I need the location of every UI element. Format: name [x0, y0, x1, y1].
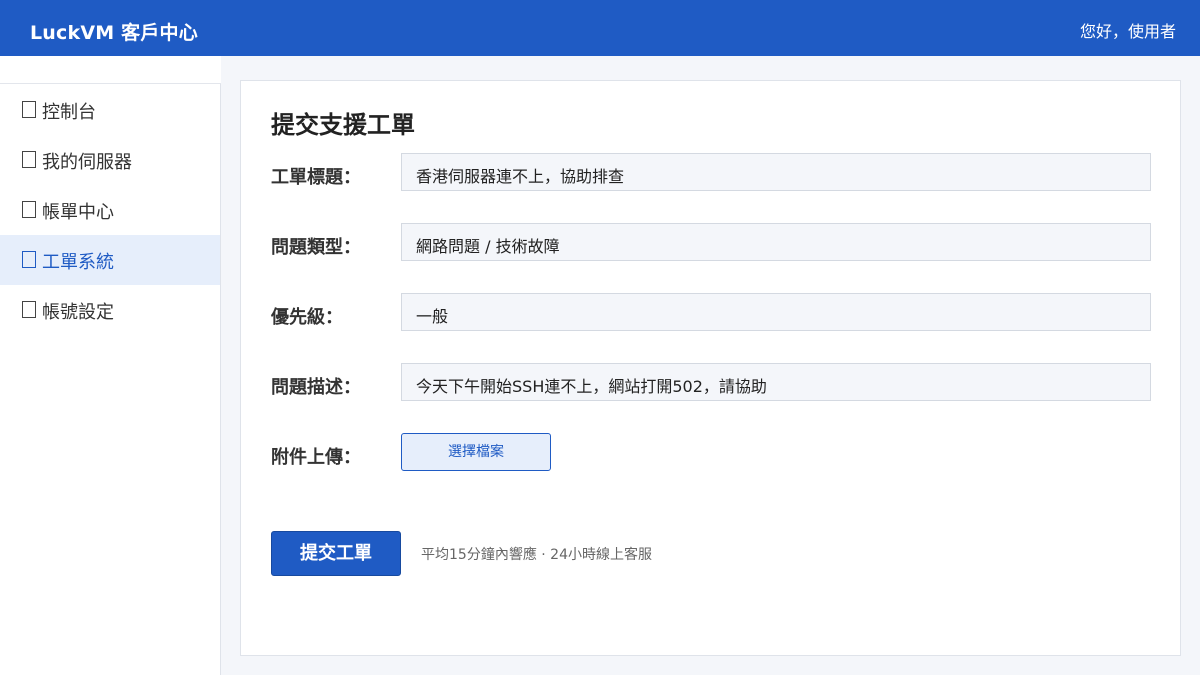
description-label: 問題描述：	[271, 377, 361, 398]
sidebar-item-tickets[interactable]: 工單系統	[0, 235, 220, 285]
top-bar: LuckVM 客戶中心 您好，使用者	[0, 0, 1200, 56]
sidebar-item-label: 工單系統	[42, 252, 114, 273]
sidebar: 控制台 我的伺服器 帳單中心 工單系統 帳號設定	[0, 56, 221, 675]
attachment-label: 附件上傳：	[271, 447, 361, 468]
sidebar-item-billing[interactable]: 帳單中心	[0, 185, 220, 235]
response-time-note: 平均15分鐘內響應 · 24小時線上客服	[421, 547, 652, 563]
placeholder-box-icon	[22, 251, 36, 268]
page-title: 提交支援工單	[271, 111, 415, 139]
placeholder-box-icon	[22, 101, 36, 118]
sidebar-spacer	[0, 56, 221, 84]
sidebar-item-label: 帳號設定	[42, 302, 114, 323]
sidebar-item-label: 我的伺服器	[42, 152, 132, 173]
brand-title: LuckVM 客戶中心	[30, 22, 198, 44]
description-field[interactable]: 今天下午開始SSH連不上，網站打開502，請協助	[401, 363, 1151, 401]
priority-label: 優先級：	[271, 307, 343, 328]
sidebar-item-dashboard[interactable]: 控制台	[0, 85, 220, 135]
ticket-title-label: 工單標題：	[271, 167, 361, 188]
submit-ticket-button[interactable]: 提交工單	[271, 531, 401, 576]
sidebar-item-servers[interactable]: 我的伺服器	[0, 135, 220, 185]
placeholder-box-icon	[22, 301, 36, 318]
sidebar-item-label: 控制台	[42, 102, 96, 123]
user-greeting[interactable]: 您好，使用者	[1080, 18, 1176, 42]
sidebar-item-account[interactable]: 帳號設定	[0, 285, 220, 335]
priority-field[interactable]: 一般	[401, 293, 1151, 331]
choose-file-button[interactable]: 選擇檔案	[401, 433, 551, 471]
placeholder-box-icon	[22, 201, 36, 218]
ticket-form-panel: 提交支援工單 工單標題： 香港伺服器連不上，協助排查 問題類型： 網路問題 / …	[240, 80, 1181, 656]
issue-type-field[interactable]: 網路問題 / 技術故障	[401, 223, 1151, 261]
ticket-title-field[interactable]: 香港伺服器連不上，協助排查	[401, 153, 1151, 191]
issue-type-label: 問題類型：	[271, 237, 361, 258]
sidebar-item-label: 帳單中心	[42, 202, 114, 223]
placeholder-box-icon	[22, 151, 36, 168]
